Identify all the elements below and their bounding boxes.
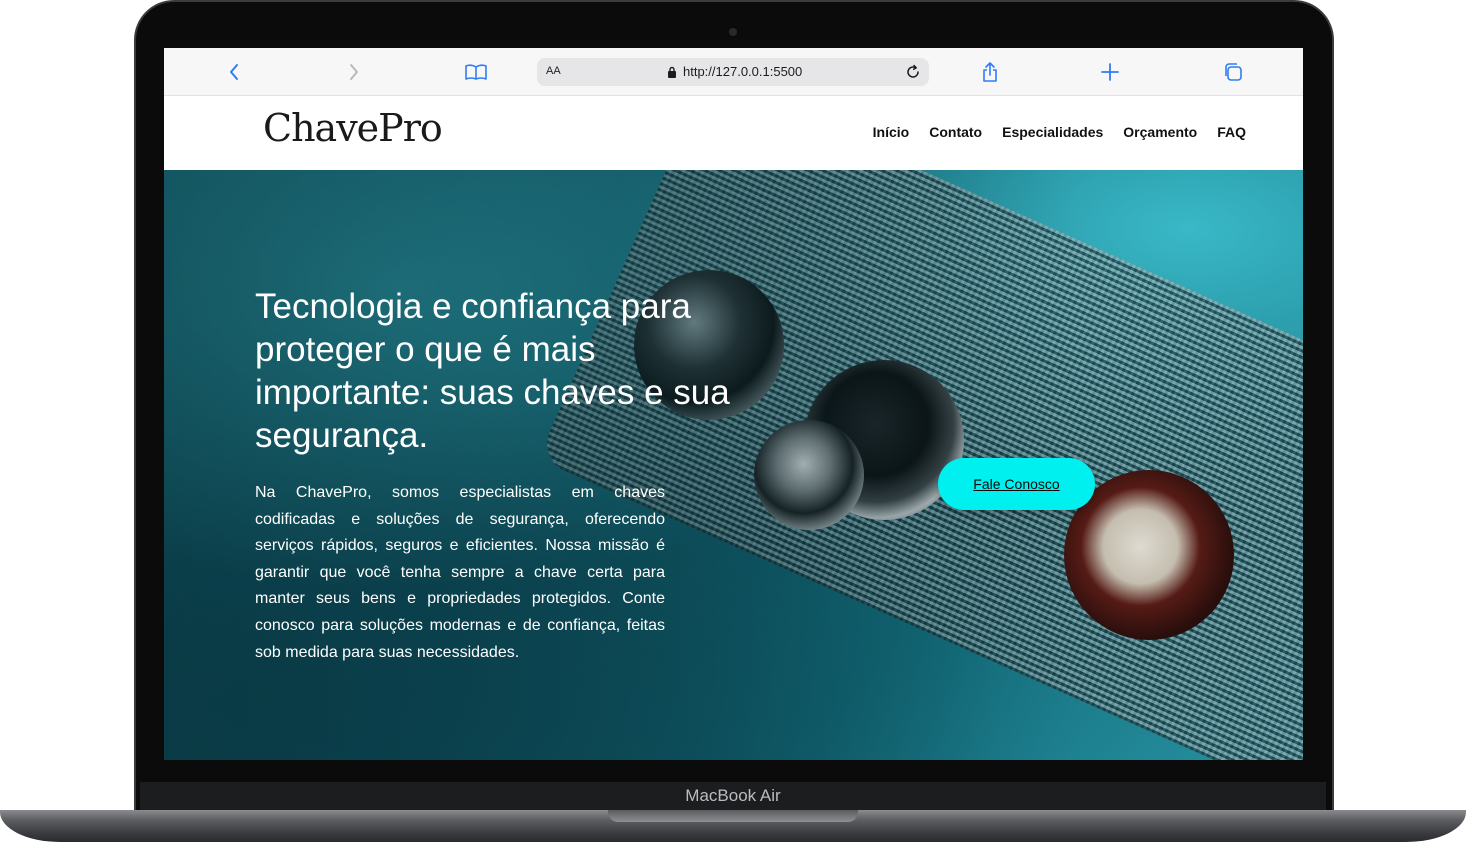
chevron-right-icon[interactable] (341, 60, 367, 84)
browser-toolbar: AA http://127.0.0.1:5500 (164, 48, 1303, 96)
address-bar[interactable]: AA http://127.0.0.1:5500 (537, 58, 929, 86)
contact-us-button[interactable]: Fale Conosco (938, 458, 1095, 510)
tabs-icon[interactable] (1220, 60, 1246, 84)
nav-link-faq[interactable]: FAQ (1217, 124, 1246, 140)
model-label: MacBook Air (685, 786, 781, 805)
lock-icon (667, 66, 677, 78)
chevron-left-icon[interactable] (221, 60, 247, 84)
url-text: http://127.0.0.1:5500 (683, 64, 803, 79)
site-header: ChavePro Início Contato Especialidades O… (164, 96, 1303, 170)
share-icon[interactable] (977, 60, 1003, 84)
nav-link-inicio[interactable]: Início (873, 124, 910, 140)
site-logo[interactable]: ChavePro (263, 106, 443, 150)
hero-title: Tecnologia e confiança para proteger o q… (255, 287, 730, 455)
camera-icon (729, 28, 737, 36)
nav-link-orcamento[interactable]: Orçamento (1123, 124, 1197, 140)
book-icon[interactable] (463, 60, 489, 84)
plus-icon[interactable] (1097, 60, 1123, 84)
nav-link-especialidades[interactable]: Especialidades (1002, 124, 1103, 140)
nav-link-contato[interactable]: Contato (929, 124, 982, 140)
laptop-notch (608, 810, 858, 822)
text-size-button[interactable]: AA (546, 65, 561, 77)
hero-overlay (164, 170, 1303, 760)
hero-description: Na ChavePro, somos especialistas em chav… (255, 484, 665, 661)
hero-section: Tecnologia e confiança para proteger o q… (164, 170, 1303, 760)
reload-icon[interactable] (903, 62, 923, 82)
main-nav: Início Contato Especialidades Orçamento … (873, 124, 1246, 140)
browser-window: AA http://127.0.0.1:5500 ChavePro Início (164, 48, 1303, 760)
